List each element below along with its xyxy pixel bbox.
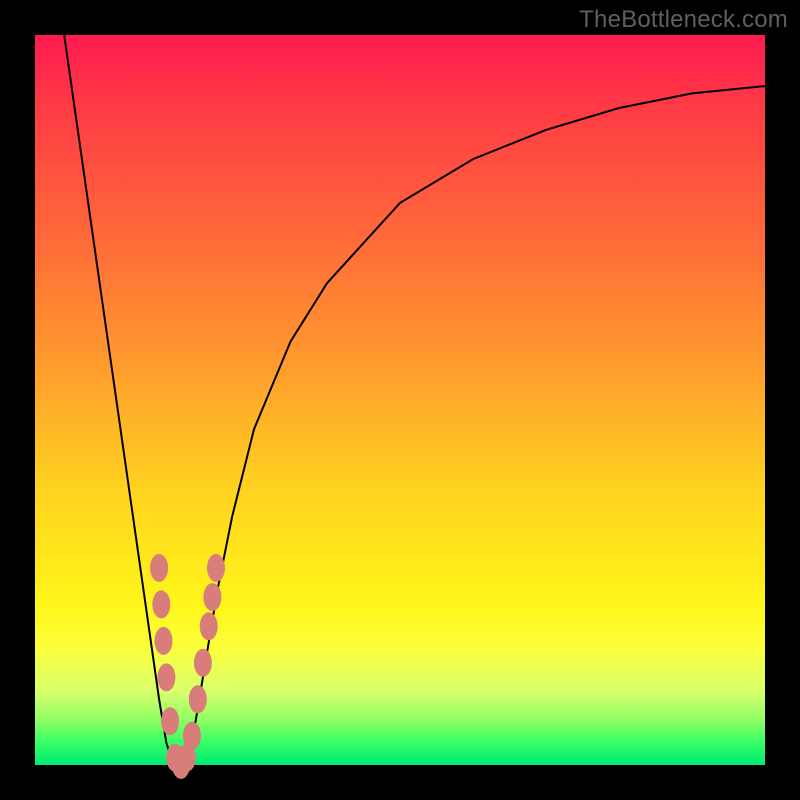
chart-svg — [35, 35, 765, 765]
marker-point — [183, 722, 201, 750]
marker-point — [207, 554, 225, 582]
marker-point — [200, 612, 218, 640]
marker-point — [155, 627, 173, 655]
marker-point — [161, 707, 179, 735]
marker-point — [203, 583, 221, 611]
marker-point — [157, 663, 175, 691]
watermark-text: TheBottleneck.com — [579, 6, 788, 34]
highlight-markers — [150, 554, 225, 779]
marker-point — [152, 590, 170, 618]
marker-point — [150, 554, 168, 582]
marker-point — [189, 685, 207, 713]
bottleneck-curve — [64, 35, 765, 765]
plot-area — [35, 35, 765, 765]
marker-point — [194, 649, 212, 677]
chart-frame: TheBottleneck.com — [0, 0, 800, 800]
